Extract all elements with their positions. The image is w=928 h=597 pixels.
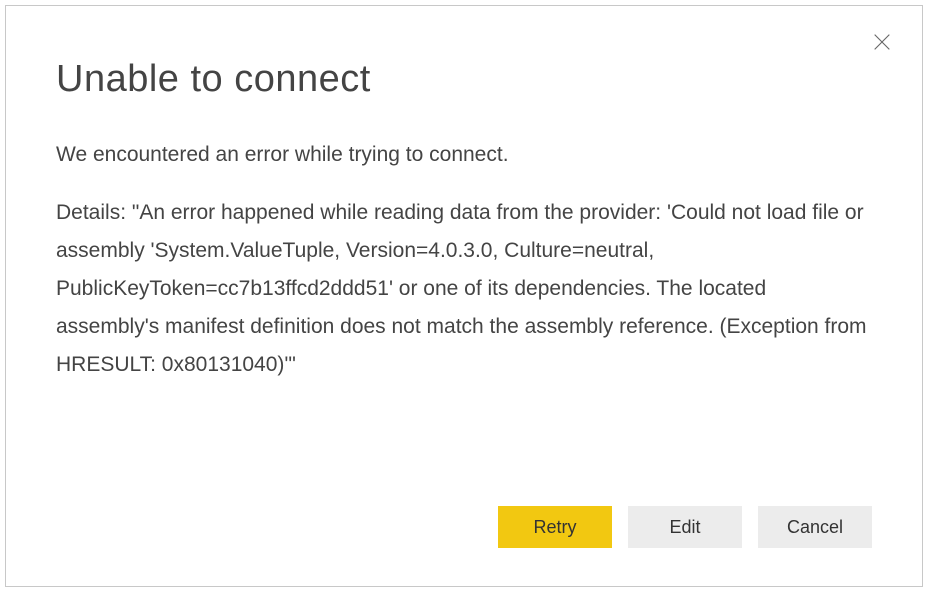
dialog-title: Unable to connect xyxy=(56,58,872,101)
dialog-details: Details: "An error happened while readin… xyxy=(56,194,872,385)
edit-button[interactable]: Edit xyxy=(628,506,742,548)
button-row: Retry Edit Cancel xyxy=(498,506,872,548)
close-button[interactable] xyxy=(868,28,896,56)
retry-button[interactable]: Retry xyxy=(498,506,612,548)
close-icon xyxy=(871,31,893,53)
error-dialog: Unable to connect We encountered an erro… xyxy=(5,5,923,587)
dialog-message: We encountered an error while trying to … xyxy=(56,139,872,172)
cancel-button[interactable]: Cancel xyxy=(758,506,872,548)
